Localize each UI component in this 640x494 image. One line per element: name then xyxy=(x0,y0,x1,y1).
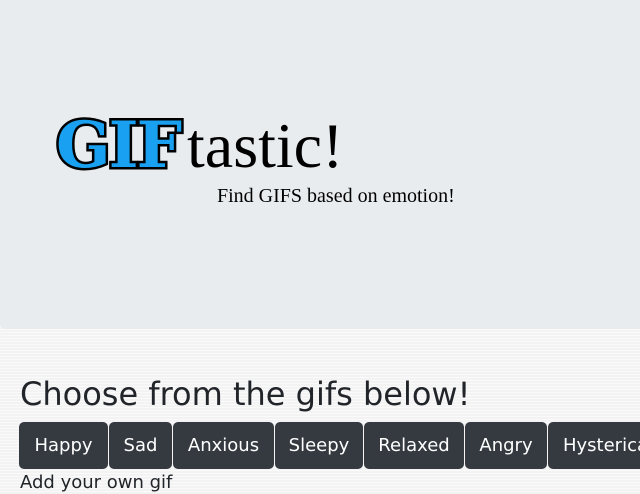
giftastic-logo: GIF tastic! Find GIFS based on emotion! xyxy=(52,104,492,214)
emotion-button-row: Happy Sad Anxious Sleepy Relaxed Angry H… xyxy=(19,422,640,469)
page-heading: Choose from the gifs below! xyxy=(20,375,471,413)
logo-gif-text: GIF xyxy=(53,106,184,186)
emotion-button-sad[interactable]: Sad xyxy=(109,422,172,469)
emotion-button-relaxed[interactable]: Relaxed xyxy=(364,422,464,469)
emotion-button-angry[interactable]: Angry xyxy=(465,422,547,469)
logo-tagline: Find GIFS based on emotion! xyxy=(217,185,455,207)
jumbotron-header: GIF tastic! Find GIFS based on emotion! xyxy=(0,0,640,329)
logo-tastic-text: tastic! xyxy=(187,110,344,181)
emotion-button-happy[interactable]: Happy xyxy=(19,422,108,469)
emotion-button-sleepy[interactable]: Sleepy xyxy=(275,422,363,469)
add-gif-label: Add your own gif xyxy=(20,472,173,493)
emotion-button-anxious[interactable]: Anxious xyxy=(173,422,274,469)
emotion-button-hysterical[interactable]: Hysterical xyxy=(548,422,640,469)
